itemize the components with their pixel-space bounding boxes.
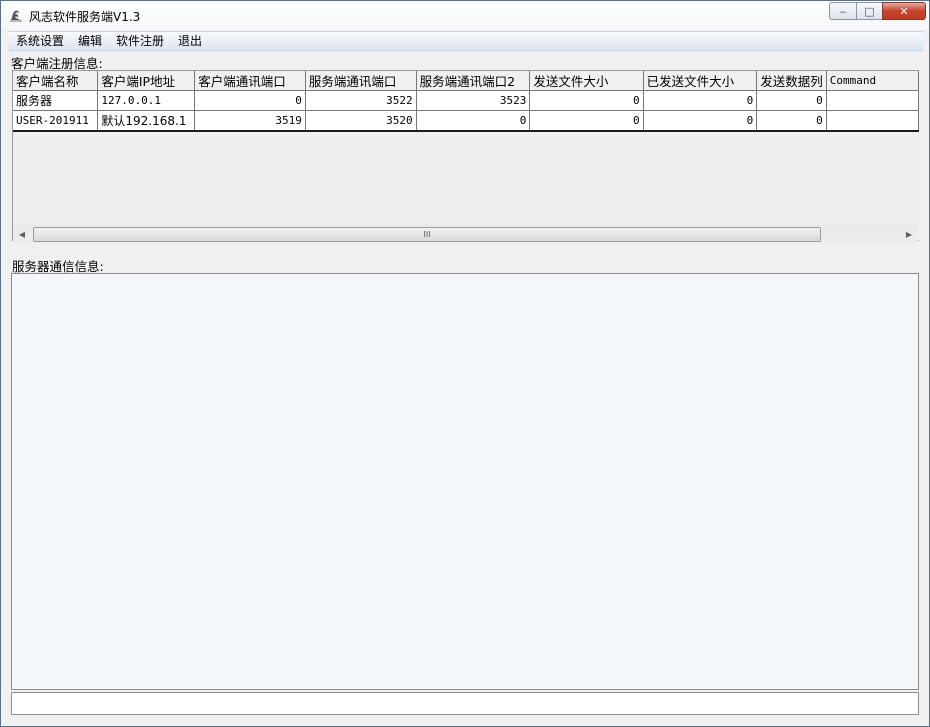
client-grid: 客户端名称 客户端IP地址 客户端通讯端口 服务端通讯端口 服务端通讯端口2 发…: [12, 70, 919, 241]
cell-client-name[interactable]: USER-201911: [13, 110, 99, 132]
minimize-button[interactable]: ‒: [829, 2, 856, 20]
cell-client-port[interactable]: 3519: [194, 110, 306, 132]
column-header-sent-file-size[interactable]: 已发送文件大小: [643, 71, 758, 91]
cell-client-port[interactable]: 0: [194, 90, 306, 111]
scroll-grip-icon: III: [423, 230, 431, 239]
table-row[interactable]: 服务器 127.0.0.1 0 3522 3523 0 0 0: [13, 90, 919, 111]
close-button[interactable]: ✕: [882, 2, 926, 20]
cell-command[interactable]: [826, 90, 919, 111]
column-header-server-port-2[interactable]: 服务端通讯端口2: [416, 71, 531, 91]
cell-client-name[interactable]: 服务器: [13, 90, 99, 111]
column-header-send-file-size[interactable]: 发送文件大小: [529, 71, 644, 91]
cell-send-file-size[interactable]: 0: [529, 110, 644, 132]
menu-edit[interactable]: 编辑: [71, 32, 109, 50]
column-header-client-ip[interactable]: 客户端IP地址: [97, 71, 196, 91]
cell-server-port-2[interactable]: 0: [416, 110, 531, 132]
maximize-button[interactable]: □: [856, 2, 882, 20]
minimize-icon: ‒: [839, 4, 847, 18]
title-bar: 风志软件服务端V1.3 ‒ □ ✕: [1, 1, 929, 30]
window-title: 风志软件服务端V1.3: [29, 10, 141, 24]
column-header-send-data-column[interactable]: 发送数据列: [756, 71, 827, 91]
table-row[interactable]: USER-201911 默认192.168.1 3519 3520 0 0 0 …: [13, 110, 919, 132]
server-log-textarea[interactable]: [11, 273, 919, 690]
scroll-thumb[interactable]: III: [33, 227, 821, 242]
close-icon: ✕: [899, 4, 909, 18]
table-header-row: 客户端名称 客户端IP地址 客户端通讯端口 服务端通讯端口 服务端通讯端口2 发…: [13, 71, 919, 91]
cell-client-ip[interactable]: 127.0.0.1: [97, 90, 196, 111]
cell-sent-file-size[interactable]: 0: [643, 110, 758, 132]
cell-send-data-column[interactable]: 0: [756, 110, 827, 132]
app-logo-icon: [10, 10, 22, 22]
menu-software-registration[interactable]: 软件注册: [109, 32, 171, 50]
menu-system-settings[interactable]: 系统设置: [9, 32, 71, 50]
cell-send-data-column[interactable]: 0: [756, 90, 827, 111]
menu-exit[interactable]: 退出: [171, 32, 209, 50]
cell-server-port[interactable]: 3522: [305, 90, 417, 111]
column-header-server-port[interactable]: 服务端通讯端口: [305, 71, 417, 91]
cell-command[interactable]: [826, 110, 919, 132]
cell-server-port[interactable]: 3520: [305, 110, 417, 132]
cell-send-file-size[interactable]: 0: [529, 90, 644, 111]
cell-server-port-2[interactable]: 3523: [416, 90, 531, 111]
cell-sent-file-size[interactable]: 0: [643, 90, 758, 111]
column-header-client-port[interactable]: 客户端通讯端口: [194, 71, 306, 91]
command-input[interactable]: [11, 692, 919, 715]
column-header-command[interactable]: Command: [826, 71, 919, 91]
maximize-icon: □: [864, 4, 875, 18]
window-controls: ‒ □ ✕: [829, 2, 926, 21]
menu-bar: 系统设置 编辑 软件注册 退出: [9, 31, 923, 51]
horizontal-scrollbar[interactable]: ◀ III ▶: [13, 225, 918, 243]
main-window: 风志软件服务端V1.3 ‒ □ ✕ 系统设置 编辑 软件注册 退出 客户端注册信…: [0, 0, 930, 727]
cell-client-ip[interactable]: 默认192.168.1: [97, 110, 196, 132]
client-table: 客户端名称 客户端IP地址 客户端通讯端口 服务端通讯端口 服务端通讯端口2 发…: [13, 71, 919, 132]
scroll-left-icon[interactable]: ◀: [15, 228, 29, 241]
column-header-client-name[interactable]: 客户端名称: [13, 71, 99, 91]
scroll-right-icon[interactable]: ▶: [902, 228, 916, 241]
